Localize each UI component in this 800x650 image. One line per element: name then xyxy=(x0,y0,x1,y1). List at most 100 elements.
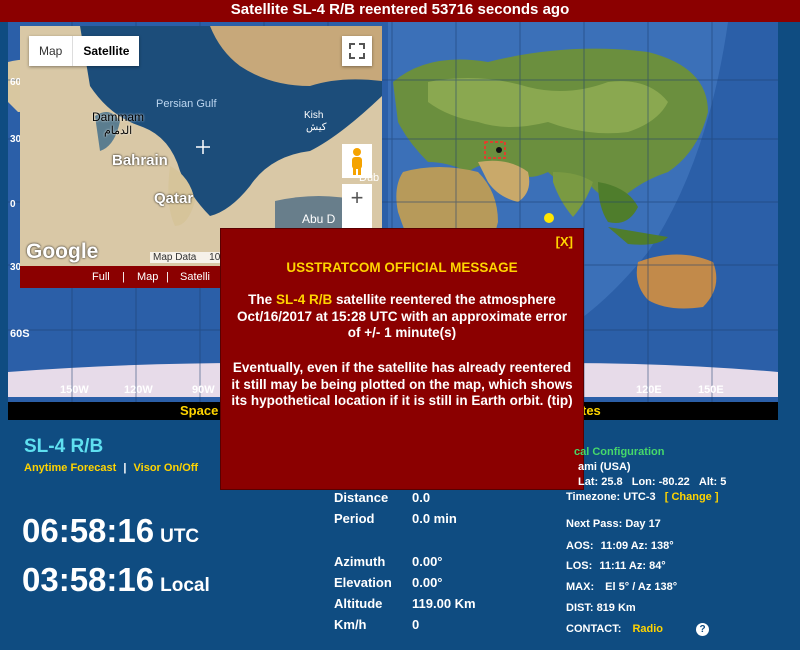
location-coordinates: Lat: 25.8 Lon: -80.22 Alt: 5 xyxy=(578,476,726,488)
lon-label-120w: 120W xyxy=(124,384,153,396)
lon-value: -80.22 xyxy=(658,476,690,488)
lat-label: Lat: xyxy=(578,476,599,488)
los-value: 11:11 Az: 84° xyxy=(599,560,666,572)
plus-icon: + xyxy=(350,185,364,210)
inset-link-satellite[interactable]: Satelli xyxy=(180,267,210,288)
inset-link-full[interactable]: Full xyxy=(92,267,110,288)
label-qatar: Qatar xyxy=(154,190,194,207)
max-value: El 5° / Az 138° xyxy=(605,581,678,593)
lon-label-120e: 120E xyxy=(636,384,662,396)
change-location-link[interactable]: [ Change ] xyxy=(665,491,719,503)
satellite-name: SL-4 R/B xyxy=(24,436,104,457)
utc-clock: 06:58:16 UTC xyxy=(22,512,199,550)
stat-label: Period xyxy=(334,511,375,526)
local-clock: 03:58:16 Local xyxy=(22,561,210,599)
aos-row: AOS: 11:09 Az: 138° xyxy=(566,540,674,552)
usstratcom-message-dialog: [X] USSTRATCOM OFFICIAL MESSAGE The SL-4… xyxy=(220,228,584,490)
local-configuration-title: cal Configuration xyxy=(574,446,664,458)
dialog-message-tip: Eventually, even if the satellite has al… xyxy=(231,360,573,408)
label-bahrain: Bahrain xyxy=(112,152,168,169)
label-abu-dhabi: Abu D xyxy=(302,212,336,226)
alt-value: 5 xyxy=(720,476,727,488)
stat-label: Distance xyxy=(334,490,389,505)
fullscreen-button[interactable] xyxy=(342,36,372,66)
utc-label: UTC xyxy=(160,526,200,547)
page-title: Satellite SL-4 R/B reentered 53716 secon… xyxy=(0,0,800,22)
label-dammam-ar: الدمام xyxy=(104,125,133,137)
lon-label-150e: 150E xyxy=(698,384,724,396)
dialog-title: USSTRATCOM OFFICIAL MESSAGE xyxy=(286,260,518,275)
map-type-control: Map Satellite xyxy=(29,36,140,66)
fullscreen-icon xyxy=(349,43,365,59)
local-time: 03:58:16 xyxy=(22,561,155,598)
lon-label: Lon: xyxy=(631,476,656,488)
contact-radio-link[interactable]: Radio xyxy=(632,623,663,635)
utc-time: 06:58:16 xyxy=(22,512,155,549)
map-footer-right[interactable]: tes xyxy=(582,403,601,418)
inset-link-separator: | xyxy=(166,271,169,283)
map-data-label: Map Data xyxy=(153,252,197,263)
timezone-row: Timezone: UTC-3 [ Change ] xyxy=(566,491,719,503)
stat-label: Altitude xyxy=(334,596,383,611)
dialog-message-reentry: The SL-4 R/B satellite reentered the atm… xyxy=(229,292,575,342)
label-dammam: Dammam xyxy=(92,110,145,124)
contact-label: CONTACT: xyxy=(566,623,622,635)
max-row: MAX: El 5° / Az 138° xyxy=(566,581,677,593)
aos-label: AOS: xyxy=(566,540,594,552)
stat-value: 0.00° xyxy=(412,575,443,590)
dist-row: DIST: 819 Km xyxy=(566,602,636,614)
timezone-label: Timezone: xyxy=(566,491,621,503)
label-kish-fa: کیش xyxy=(306,122,327,133)
los-label: LOS: xyxy=(566,560,593,572)
satellite-links: Anytime Forecast | Visor On/Off xyxy=(24,462,198,474)
label-kish: Kish xyxy=(304,110,324,121)
dialog-satellite-name: SL-4 R/B xyxy=(275,292,333,307)
stat-label: Km/h xyxy=(334,617,367,632)
location-city: ami (USA) xyxy=(578,461,631,473)
lon-label-150w: 150W xyxy=(60,384,89,396)
los-row: LOS: 11:11 Az: 84° xyxy=(566,560,666,572)
stat-value: 0 xyxy=(412,617,420,632)
map-data-link[interactable]: Map Data 10 xyxy=(150,252,224,263)
timezone-value: UTC-3 xyxy=(623,491,656,503)
map-type-map-button[interactable]: Map xyxy=(29,36,72,66)
google-logo: Google xyxy=(26,240,99,263)
max-label: MAX: xyxy=(566,581,595,593)
close-dialog-button[interactable]: [X] xyxy=(556,234,573,249)
map-type-satellite-button[interactable]: Satellite xyxy=(72,36,139,66)
help-icon[interactable]: ? xyxy=(696,623,710,636)
local-label: Local xyxy=(160,575,210,596)
aos-value: 11:09 Az: 138° xyxy=(600,540,674,552)
visor-toggle-link[interactable]: Visor On/Off xyxy=(134,462,199,474)
dist-value: 819 Km xyxy=(596,602,636,614)
pegman-icon xyxy=(352,148,362,175)
config-label: cal Configuration xyxy=(574,446,665,458)
stat-label: Elevation xyxy=(334,575,392,590)
stat-value: 0.0 xyxy=(412,490,431,505)
inset-link-separator: | xyxy=(122,271,125,283)
contact-row: CONTACT: Radio ? xyxy=(566,623,710,636)
label-persian-gulf: Persian Gulf xyxy=(156,98,217,110)
inset-link-map[interactable]: Map xyxy=(137,267,158,288)
lat-label-0: 0 xyxy=(10,199,16,210)
stat-value: 0.0 min xyxy=(412,511,457,526)
dialog-text-prefix: The xyxy=(248,292,273,307)
stat-value: 0.00° xyxy=(412,554,443,569)
lat-value: 25.8 xyxy=(601,476,623,488)
map-footer-left[interactable]: Space xyxy=(180,403,218,418)
dist-label: DIST: xyxy=(566,602,594,614)
next-pass-value: Day 17 xyxy=(625,518,661,530)
stat-label: Azimuth xyxy=(334,554,386,569)
stat-value: 119.00 Km xyxy=(412,596,476,611)
link-separator: | xyxy=(123,462,127,474)
zoom-out-button[interactable] xyxy=(342,214,372,228)
alt-label: Alt: xyxy=(698,476,718,488)
lat-label-60s: 60S xyxy=(10,328,30,340)
anytime-forecast-link[interactable]: Anytime Forecast xyxy=(24,462,116,474)
street-view-pegman[interactable] xyxy=(342,144,372,178)
map-data-scale: 10 xyxy=(209,252,221,263)
next-pass-label: Next Pass: xyxy=(566,518,623,530)
zoom-in-button[interactable]: + xyxy=(342,184,372,214)
lon-label-90w: 90W xyxy=(192,384,215,396)
next-pass-row: Next Pass: Day 17 xyxy=(566,518,661,530)
